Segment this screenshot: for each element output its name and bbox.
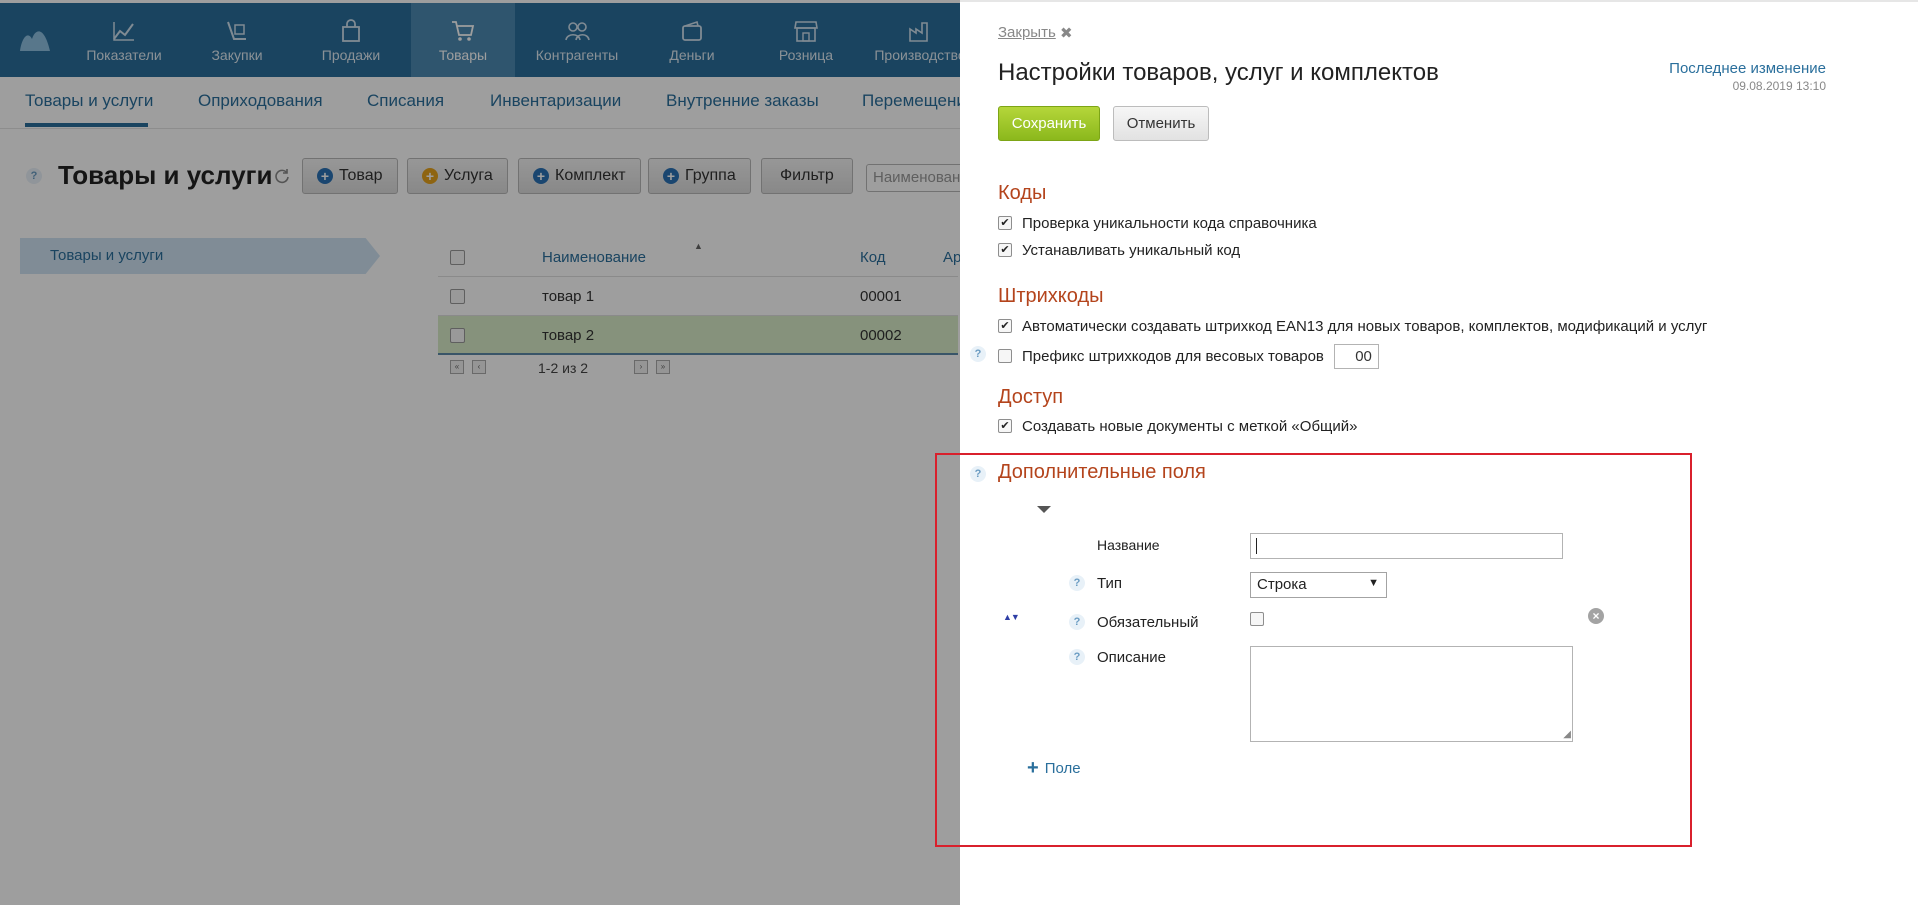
check-unique-code-checkbox[interactable]: ✔: [998, 216, 1012, 230]
option-label: Создавать новые документы с меткой «Общи…: [1022, 417, 1358, 435]
auto-ean13-checkbox[interactable]: ✔: [998, 319, 1012, 333]
plus-icon: +: [1027, 757, 1039, 779]
auto-ean13-option: ✔ Автоматически создавать штрихкод EAN13…: [998, 316, 1707, 336]
settings-panel: Закрыть ✖ Настройки товаров, услуг и ком…: [935, 0, 1918, 905]
set-unique-code-option: ✔ Устанавливать уникальный код: [998, 240, 1240, 260]
check-unique-code-option: ✔ Проверка уникальности кода справочника: [998, 213, 1317, 233]
cancel-button[interactable]: Отменить: [1113, 106, 1209, 141]
weight-prefix-option: Префикс штрихкодов для весовых товаров 0…: [998, 343, 1379, 369]
general-tag-checkbox[interactable]: ✔: [998, 419, 1012, 433]
close-link[interactable]: Закрыть: [998, 24, 1056, 41]
field-name-label: Название: [1097, 537, 1160, 553]
close-icon[interactable]: ✖: [1060, 24, 1073, 42]
last-change-link[interactable]: Последнее изменение: [1669, 60, 1826, 77]
field-description-textarea[interactable]: ◢: [1250, 646, 1573, 742]
last-change-date: 09.08.2019 13:10: [1732, 79, 1826, 93]
field-type-select[interactable]: Строка ▼: [1250, 572, 1387, 598]
help-icon[interactable]: ?: [970, 466, 986, 482]
option-label: Префикс штрихкодов для весовых товаров: [1022, 347, 1324, 365]
weight-prefix-checkbox[interactable]: [998, 349, 1012, 363]
field-type-label: Тип: [1097, 575, 1123, 592]
remove-field-icon[interactable]: ×: [1588, 608, 1604, 624]
barcode-prefix-input[interactable]: 00: [1333, 343, 1379, 369]
section-title-access: Доступ: [998, 386, 1064, 408]
add-field-label: Поле: [1044, 759, 1081, 777]
collapse-triangle-icon[interactable]: [1037, 506, 1051, 513]
option-label: Проверка уникальности кода справочника: [1022, 214, 1317, 232]
select-value: Строка: [1257, 576, 1307, 593]
panel-title: Настройки товаров, услуг и комплектов: [998, 59, 1439, 86]
resize-grip-icon[interactable]: ◢: [1563, 729, 1571, 740]
help-icon[interactable]: ?: [1069, 575, 1085, 591]
general-tag-option: ✔ Создавать новые документы с меткой «Об…: [998, 416, 1357, 436]
option-label: Устанавливать уникальный код: [1022, 241, 1241, 259]
field-name-input[interactable]: [1250, 533, 1563, 559]
add-field-button[interactable]: + Поле: [1027, 757, 1081, 779]
help-icon[interactable]: ?: [1069, 649, 1085, 665]
option-label: Автоматически создавать штрихкод EAN13 д…: [1022, 317, 1708, 335]
field-required-checkbox[interactable]: [1250, 612, 1264, 626]
help-icon[interactable]: ?: [1069, 614, 1085, 630]
modal-backdrop[interactable]: [0, 0, 960, 905]
save-button[interactable]: Сохранить: [998, 106, 1100, 141]
section-title-extra-fields: Дополнительные поля: [998, 461, 1206, 483]
section-title-barcodes: Штрихкоды: [998, 285, 1104, 307]
reorder-arrows-icon[interactable]: ▲▼: [1003, 612, 1020, 622]
dropdown-arrow-icon: ▼: [1368, 577, 1379, 589]
set-unique-code-checkbox[interactable]: ✔: [998, 243, 1012, 257]
section-title-codes: Коды: [998, 182, 1047, 204]
field-required-label: Обязательный: [1097, 614, 1199, 631]
field-description-label: Описание: [1097, 649, 1167, 666]
help-icon[interactable]: ?: [970, 346, 986, 362]
